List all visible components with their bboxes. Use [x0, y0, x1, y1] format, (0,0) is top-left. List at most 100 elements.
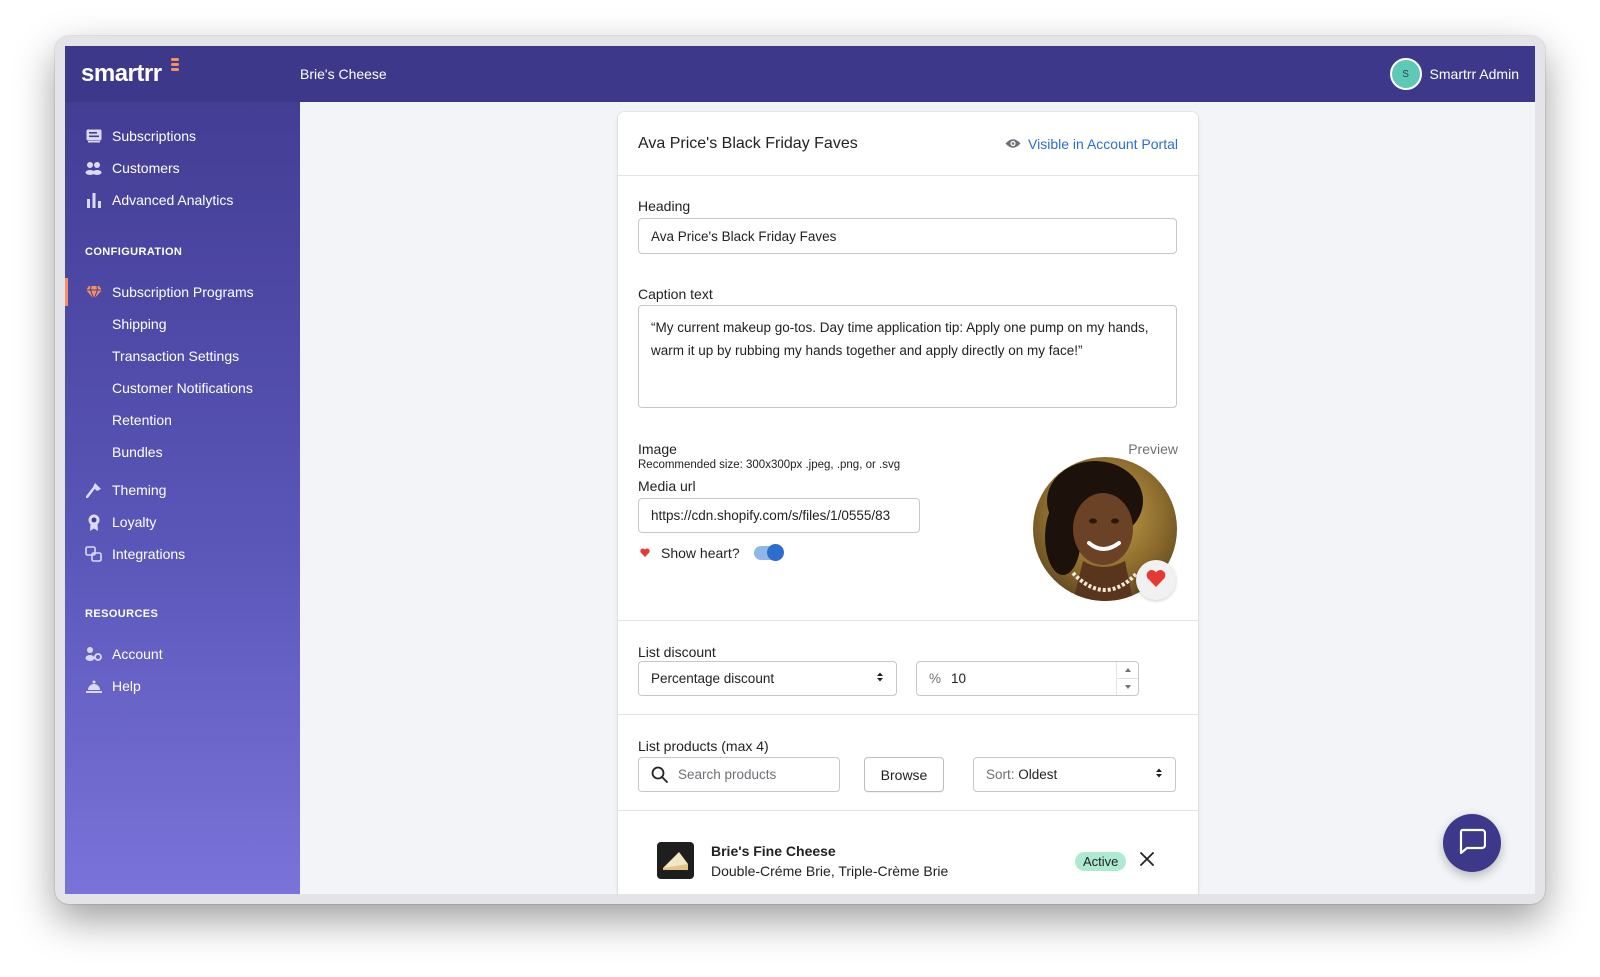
select-arrows-icon — [876, 671, 884, 686]
stepper-down-icon[interactable] — [1117, 679, 1138, 695]
list-item: Brie's Fine Cheese Double-Créme Brie, Tr… — [638, 834, 1178, 886]
list-editor-card: Ava Price's Black Friday Faves Visible i… — [618, 112, 1198, 894]
heart-icon — [640, 544, 650, 562]
discount-type-value: Percentage discount — [651, 671, 775, 686]
section-title-resources: RESOURCES — [85, 608, 159, 620]
select-arrows-icon — [1155, 767, 1163, 782]
sidebar-item-theming[interactable]: Theming — [65, 474, 300, 506]
sidebar-item-label: Advanced Analytics — [112, 192, 234, 208]
help-icon — [85, 678, 102, 695]
card-title: Ava Price's Black Friday Faves — [638, 134, 858, 152]
sort-value: Oldest — [1018, 767, 1058, 782]
caption-textarea[interactable]: “My current makeup go-tos. Day time appl… — [638, 305, 1177, 408]
search-icon — [651, 766, 668, 783]
preview-heart-button[interactable] — [1136, 560, 1176, 600]
sidebar-item-subscriptions[interactable]: Subscriptions — [65, 120, 300, 152]
product-variants: Double-Créme Brie, Triple-Crème Brie — [711, 863, 949, 879]
divider — [618, 714, 1198, 715]
browse-button[interactable]: Browse — [864, 757, 944, 792]
logo-text: smartrr — [81, 60, 162, 87]
status-badge: Active — [1075, 852, 1127, 871]
sort-select[interactable]: Sort: Oldest — [973, 757, 1176, 792]
sidebar-item-label: Theming — [112, 482, 167, 498]
sidebar-item-loyalty[interactable]: Loyalty — [65, 506, 300, 538]
image-size-hint: Recommended size: 300x300px .jpeg, .png,… — [638, 459, 901, 471]
sidebar-item-label: Subscriptions — [112, 128, 197, 144]
sidebar-item-customers[interactable]: Customers — [65, 152, 300, 184]
visibility-label: Visible in Account Portal — [1028, 135, 1178, 152]
divider — [618, 620, 1198, 621]
product-search-input[interactable]: Search products — [638, 757, 840, 792]
customers-icon — [85, 160, 102, 177]
sidebar-item-label: Bundles — [112, 444, 163, 460]
sidebar-item-subscription-programs[interactable]: Subscription Programs — [65, 276, 300, 308]
visibility-link[interactable]: Visible in Account Portal — [1005, 136, 1178, 152]
integrations-icon — [85, 546, 102, 563]
theming-icon — [85, 482, 102, 499]
sidebar-item-retention[interactable]: Retention — [65, 404, 300, 436]
smartrr-logo[interactable]: smartrr — [65, 58, 300, 88]
number-stepper[interactable] — [1116, 662, 1138, 695]
stepper-up-icon[interactable] — [1117, 662, 1138, 679]
sidebar-item-label: Integrations — [112, 546, 186, 562]
avatar: S — [1389, 58, 1422, 90]
media-url-input[interactable]: https://cdn.shopify.com/s/files/1/0555/8… — [638, 498, 920, 533]
show-heart-row: Show heart? — [640, 544, 784, 562]
sidebar-item-label: Subscription Programs — [112, 284, 254, 300]
sidebar-item-customer-notifications[interactable]: Customer Notifications — [65, 372, 300, 404]
user-menu[interactable]: S Smartrr Admin — [1389, 58, 1535, 90]
account-icon — [85, 646, 102, 663]
sidebar-item-account[interactable]: Account — [65, 638, 300, 670]
show-heart-label: Show heart? — [661, 545, 740, 561]
sort-prefix: Sort: — [986, 767, 1015, 782]
app-shell: smartrr Brie's Cheese S Smartrr Admin Su… — [65, 46, 1535, 894]
sidebar-item-help[interactable]: Help — [65, 670, 300, 702]
discount-amount-value: 10 — [951, 671, 967, 686]
sidebar-item-advanced-analytics[interactable]: Advanced Analytics — [65, 184, 300, 216]
sidebar-item-label: Retention — [112, 412, 172, 428]
top-bar: smartrr Brie's Cheese S Smartrr Admin — [65, 46, 1535, 102]
chat-bubble-icon — [1458, 828, 1487, 859]
show-heart-toggle[interactable] — [753, 544, 784, 561]
sidebar: Subscriptions Customers Advanced Analyti… — [65, 102, 300, 894]
media-url-label: Media url — [638, 478, 696, 494]
main-content: Ava Price's Black Friday Faves Visible i… — [300, 102, 1535, 894]
heading-label: Heading — [638, 198, 691, 214]
sidebar-item-transaction-settings[interactable]: Transaction Settings — [65, 340, 300, 372]
list-products-label: List products (max 4) — [638, 738, 769, 754]
search-placeholder: Search products — [678, 767, 777, 782]
sidebar-item-label: Customer Notifications — [112, 380, 253, 396]
sidebar-item-label: Shipping — [112, 316, 167, 332]
close-icon — [1140, 852, 1154, 870]
sidebar-item-integrations[interactable]: Integrations — [65, 538, 300, 570]
sidebar-item-bundles[interactable]: Bundles — [65, 436, 300, 468]
eye-icon — [1005, 136, 1021, 152]
sidebar-item-label: Loyalty — [112, 514, 157, 530]
product-thumbnail — [657, 842, 694, 879]
caption-label: Caption text — [638, 286, 713, 302]
sidebar-item-label: Customers — [112, 160, 180, 176]
store-name[interactable]: Brie's Cheese — [300, 66, 387, 82]
heading-input[interactable]: Ava Price's Black Friday Faves — [638, 218, 1177, 254]
card-header: Ava Price's Black Friday Faves Visible i… — [618, 112, 1198, 176]
sidebar-item-shipping[interactable]: Shipping — [65, 308, 300, 340]
percent-prefix: % — [929, 671, 942, 686]
heart-icon — [1146, 569, 1166, 592]
discount-amount-input[interactable]: % 10 — [916, 661, 1139, 696]
gem-icon — [85, 284, 102, 301]
image-label: Image — [638, 441, 677, 457]
sidebar-item-label: Account — [112, 646, 163, 662]
app-window: smartrr Brie's Cheese S Smartrr Admin Su… — [55, 36, 1545, 904]
sidebar-item-label: Transaction Settings — [112, 348, 240, 364]
remove-product-button[interactable] — [1140, 852, 1154, 871]
divider — [618, 810, 1198, 811]
chat-launcher-button[interactable] — [1443, 814, 1501, 872]
subscriptions-icon — [85, 128, 102, 145]
analytics-icon — [85, 192, 102, 209]
product-name: Brie's Fine Cheese — [711, 843, 836, 859]
preview-label: Preview — [1128, 441, 1178, 457]
discount-type-select[interactable]: Percentage discount — [638, 661, 897, 696]
logo-dots-icon — [171, 58, 179, 71]
user-name: Smartrr Admin — [1429, 66, 1519, 82]
sidebar-item-label: Help — [112, 678, 141, 694]
